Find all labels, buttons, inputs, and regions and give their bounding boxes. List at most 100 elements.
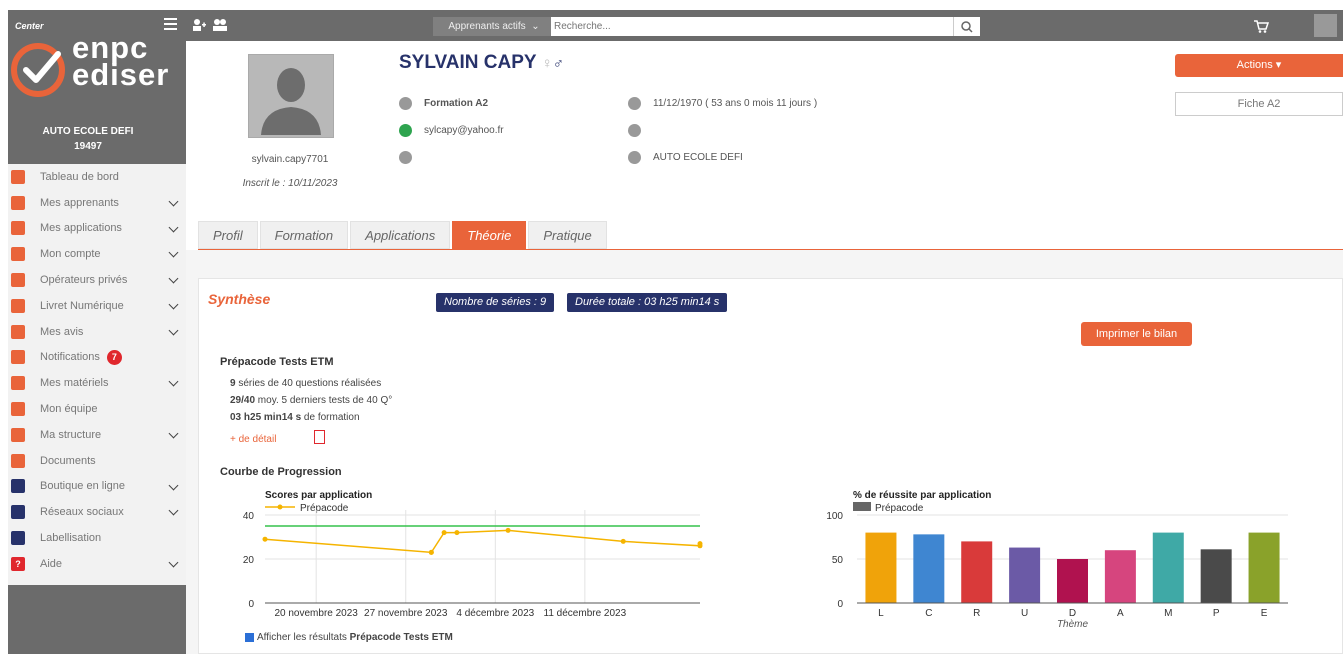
chevron-down-icon[interactable]	[168, 428, 179, 439]
tab-3[interactable]: Théorie	[452, 221, 527, 249]
user-avatar[interactable]	[1314, 14, 1337, 37]
progress-title: Courbe de Progression	[220, 466, 342, 478]
sidebar-item-12[interactable]: Boutique en ligne	[8, 474, 186, 500]
school-row: AUTO ECOLE DEFI	[628, 151, 743, 164]
fiche-button[interactable]: Fiche A2	[1175, 92, 1343, 116]
phone-icon	[628, 124, 641, 137]
data-point	[454, 530, 460, 536]
detail-link[interactable]: + de détail	[230, 434, 276, 445]
pdf-icon[interactable]	[314, 430, 325, 444]
sidebar-item-7[interactable]: Notifications 7	[8, 345, 186, 371]
tab-2[interactable]: Applications	[350, 221, 451, 249]
x-tick-label: M	[1164, 608, 1172, 619]
reviews-icon	[11, 324, 25, 339]
x-tick-label: R	[973, 608, 980, 619]
data-point	[428, 549, 434, 555]
sidebar-item-0[interactable]: Tableau de bord	[8, 164, 186, 190]
group-icon[interactable]	[212, 18, 228, 32]
sidebar-item-label: Mes apprenants	[40, 196, 119, 209]
learner-filter-select[interactable]: Apprenants actifs ⌄	[433, 17, 551, 36]
print-report-button[interactable]: Imprimer le bilan	[1081, 322, 1192, 346]
chevron-down-icon[interactable]	[168, 273, 179, 284]
email-value[interactable]: sylcapy@yahoo.fr	[424, 125, 504, 136]
person-silhouette-icon	[261, 68, 321, 135]
sidebar-item-10[interactable]: Ma structure	[8, 422, 186, 448]
x-tick-label: U	[1021, 608, 1028, 619]
actions-button[interactable]: Actions ▾	[1175, 54, 1343, 77]
y-tick-label: 0	[837, 599, 843, 610]
address-row	[399, 151, 424, 164]
profile-name: SYLVAIN CAPY ♀♂	[399, 52, 564, 74]
sidebar-item-2[interactable]: Mes applications	[8, 216, 186, 242]
sidebar-item-4[interactable]: Opérateurs privés	[8, 267, 186, 293]
sidebar-item-9[interactable]: Mon équipe	[8, 396, 186, 422]
line-chart-title: Scores par application	[265, 490, 372, 501]
y-tick-label: 20	[243, 555, 255, 566]
chevron-down-icon[interactable]	[168, 505, 179, 516]
y-tick-label: 50	[832, 555, 844, 566]
sidebar-item-8[interactable]: Mes matériels	[8, 370, 186, 396]
sidebar-item-label: Mes matériels	[40, 377, 109, 390]
chevron-down-icon[interactable]	[168, 557, 179, 568]
bar-chart: % de réussite par application Prépacode 0 5…	[826, 490, 1288, 630]
sidebar-item-6[interactable]: Mes avis	[8, 319, 186, 345]
data-point	[620, 538, 626, 544]
sidebar-item-label: Aide	[40, 557, 63, 570]
sidebar-item-11[interactable]: Documents	[8, 448, 186, 474]
add-user-icon[interactable]	[192, 18, 206, 32]
school-info: AUTO ECOLE DEFI 19497	[8, 124, 168, 154]
search-input[interactable]	[551, 17, 979, 36]
chevron-down-icon[interactable]	[168, 325, 179, 336]
x-tick-label: D	[1069, 608, 1076, 619]
chevron-down-icon[interactable]	[168, 222, 179, 233]
formation-row: Formation A2	[399, 97, 488, 110]
x-tick-label: 11 décembre 2023	[544, 608, 627, 619]
synthese-title: Synthèse	[208, 291, 271, 307]
sidebar-item-13[interactable]: Réseaux sociaux	[8, 499, 186, 525]
sidebar-item-5[interactable]: Livret Numérique	[8, 293, 186, 319]
chevron-down-icon[interactable]	[168, 196, 179, 207]
tab-1[interactable]: Formation	[259, 221, 349, 249]
sidebar-item-1[interactable]: Mes apprenants	[8, 190, 186, 216]
bar-chart-title: % de réussite par application	[853, 490, 991, 501]
sidebar-item-label: Livret Numérique	[40, 299, 124, 312]
hamburger-menu-icon[interactable]	[164, 18, 177, 30]
x-tick-label: 4 décembre 2023	[456, 608, 534, 619]
stat-series: 9 séries de 40 questions réalisées	[230, 378, 381, 389]
tab-0[interactable]: Profil	[198, 221, 258, 249]
top-bar: Apprenants actifs ⌄	[186, 10, 1343, 41]
chevron-down-icon[interactable]	[168, 299, 179, 310]
bar-R	[961, 541, 993, 603]
chevron-down-icon[interactable]	[168, 247, 179, 258]
data-point	[505, 527, 511, 533]
thumbs-up-icon	[11, 505, 25, 520]
cake-icon	[628, 97, 641, 110]
stat-duration-text: de formation	[301, 412, 360, 423]
checkbox-checked-icon[interactable]	[245, 633, 254, 642]
email-icon	[399, 124, 412, 137]
formation-icon	[399, 97, 412, 110]
checkbox-label-bold: Prépacode Tests ETM	[349, 632, 453, 643]
chevron-down-icon[interactable]	[168, 480, 179, 491]
stat-average-text: moy. 5 derniers tests de 40 Q°	[255, 395, 393, 406]
sidebar-item-3[interactable]: Mon compte	[8, 241, 186, 267]
cart-icon[interactable]	[1253, 19, 1269, 33]
search-button[interactable]	[953, 17, 980, 36]
chevron-down-icon[interactable]	[168, 376, 179, 387]
duration-pill: Durée totale : 03 h25 min14 s	[567, 293, 728, 312]
team-icon	[11, 402, 25, 417]
data-point	[262, 536, 268, 542]
star-icon	[11, 531, 25, 546]
x-tick-label: P	[1213, 608, 1220, 619]
sidebar-item-label: Notifications	[40, 351, 100, 364]
sidebar-menu: Tableau de bord Mes apprenants Mes applica…	[8, 164, 186, 577]
x-tick-label: 20 novembre 2023	[274, 608, 358, 619]
show-results-checkbox[interactable]: Afficher les résultats Prépacode Tests E…	[245, 632, 453, 643]
school-name: AUTO ECOLE DEFI	[42, 126, 134, 137]
username: sylvain.capy7701	[251, 154, 329, 165]
sidebar-item-15[interactable]: ? Aide	[8, 551, 186, 577]
tab-4[interactable]: Pratique	[528, 221, 607, 249]
stat-series-text: séries de 40 questions réalisées	[235, 378, 382, 389]
sidebar-item-label: Labellisation	[40, 532, 102, 545]
sidebar-item-14[interactable]: Labellisation	[8, 525, 186, 551]
